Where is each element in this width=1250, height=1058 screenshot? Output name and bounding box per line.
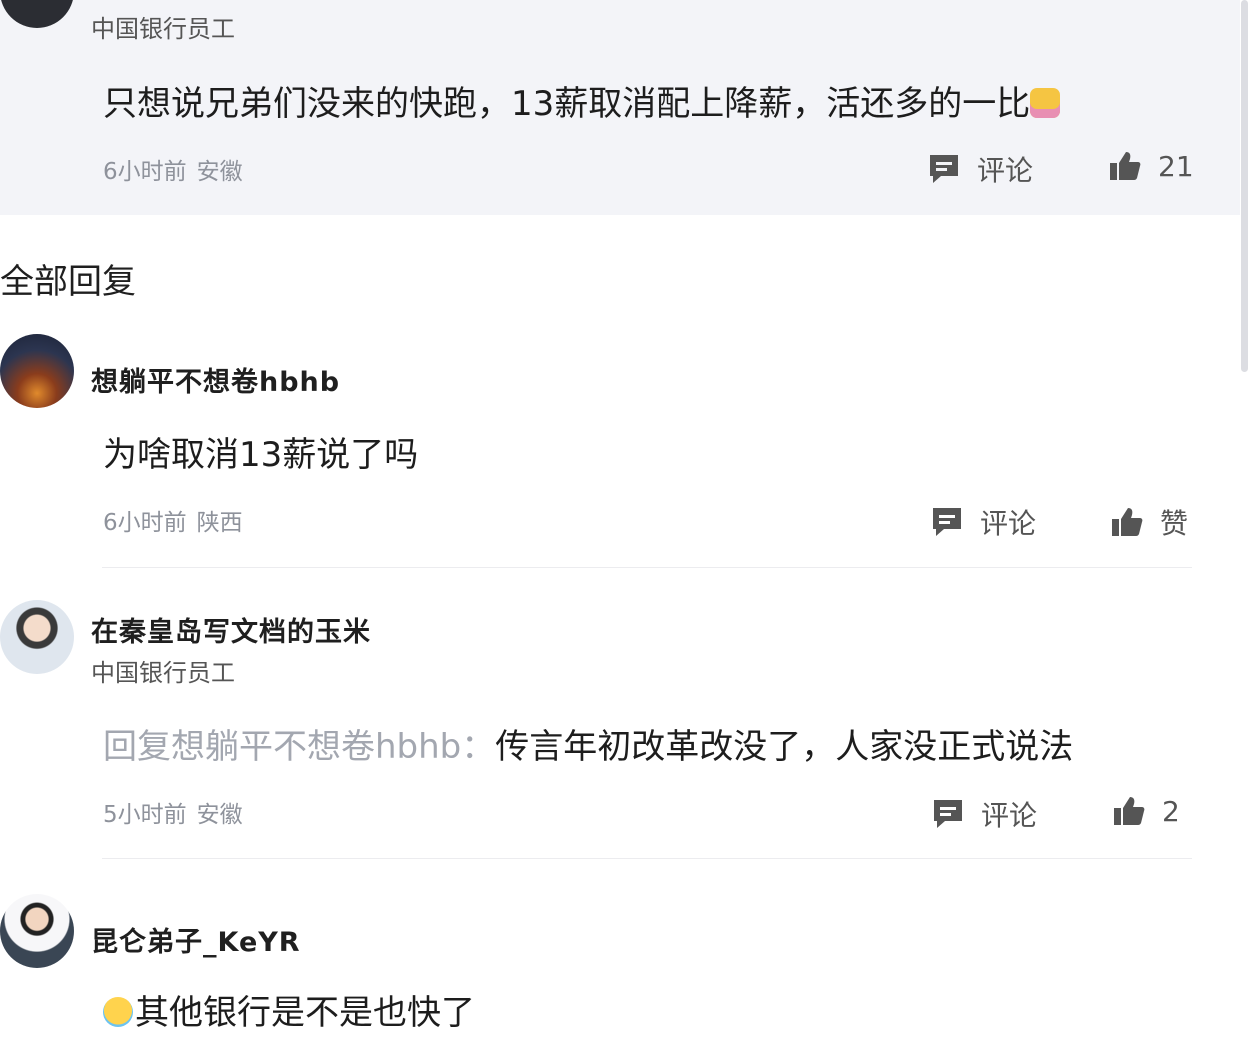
- thumbs-up-icon: [1112, 508, 1143, 536]
- laugh-cry-emoji-icon: [103, 997, 133, 1027]
- comment-icon: [934, 800, 962, 828]
- like-button[interactable]: 2: [1112, 794, 1180, 828]
- user-name[interactable]: 昆仑弟子_KeYR: [91, 920, 301, 959]
- comment-location: 安徽: [196, 159, 243, 185]
- user-name[interactable]: 想躺平不想卷hbhb: [91, 360, 340, 399]
- comment-button[interactable]: 评论: [927, 149, 1033, 189]
- comment-text: 只想说兄弟们没来的快跑，13薪取消配上降薪，活还多的一比: [103, 76, 1061, 125]
- like-count: 21: [1158, 149, 1194, 183]
- like-button[interactable]: 赞: [1110, 502, 1188, 542]
- user-subtitle: 中国银行员工: [91, 15, 235, 43]
- reply-meta: 5小时前 安徽: [103, 795, 243, 829]
- user-subtitle: 中国银行员工: [91, 659, 235, 687]
- reply-text-content: 其他银行是不是也快了: [135, 993, 475, 1033]
- reply-time: 6小时前: [103, 510, 187, 536]
- comment-icon: [933, 508, 961, 536]
- reply-text: 为啥取消13薪说了吗: [103, 435, 419, 475]
- reply-text: 回复想躺平不想卷hbhb：传言年初改革改没了，人家没正式说法: [103, 719, 1073, 768]
- comment-button[interactable]: 评论: [931, 794, 1037, 834]
- like-button[interactable]: 21: [1108, 149, 1194, 183]
- divider: [102, 858, 1192, 859]
- comment-label: 评论: [980, 507, 1037, 540]
- user-name[interactable]: 在秦皇岛写文档的玉米: [91, 610, 371, 649]
- reply-text-content: 传言年初改革改没了，人家没正式说法: [495, 727, 1074, 767]
- comment-time: 6小时前: [103, 159, 187, 185]
- avatar[interactable]: [0, 600, 74, 674]
- divider: [102, 567, 1192, 568]
- avatar[interactable]: [0, 894, 74, 968]
- reply-meta: 6小时前 陕西: [103, 503, 243, 537]
- avatar[interactable]: [0, 0, 74, 28]
- like-count: 2: [1162, 794, 1180, 828]
- top-comment: 中国银行员工 只想说兄弟们没来的快跑，13薪取消配上降薪，活还多的一比 6小时前…: [0, 0, 1240, 215]
- scrollbar[interactable]: [1241, 0, 1248, 372]
- reply-text: 其他银行是不是也快了: [103, 985, 475, 1034]
- comment-label: 评论: [981, 799, 1038, 832]
- reply-location: 安徽: [196, 802, 243, 828]
- comment-label: 评论: [977, 154, 1034, 187]
- thumbs-up-icon: [1114, 797, 1145, 825]
- reply-to-prefix[interactable]: 回复想躺平不想卷hbhb：: [103, 727, 495, 767]
- comment-meta: 6小时前 安徽: [103, 152, 243, 186]
- grimace-emoji-icon: [1030, 88, 1061, 118]
- reply-time: 5小时前: [103, 802, 187, 828]
- comment-button[interactable]: 评论: [930, 502, 1036, 542]
- reply-location: 陕西: [196, 510, 243, 536]
- section-title: 全部回复: [0, 262, 136, 302]
- avatar[interactable]: [0, 334, 74, 408]
- comment-thread-page: 中国银行员工 只想说兄弟们没来的快跑，13薪取消配上降薪，活还多的一比 6小时前…: [0, 0, 1250, 1058]
- comment-text-content: 只想说兄弟们没来的快跑，13薪取消配上降薪，活还多的一比: [103, 84, 1031, 124]
- comment-icon: [930, 155, 958, 183]
- like-label: 赞: [1160, 507, 1189, 540]
- thumbs-up-icon: [1110, 152, 1141, 180]
